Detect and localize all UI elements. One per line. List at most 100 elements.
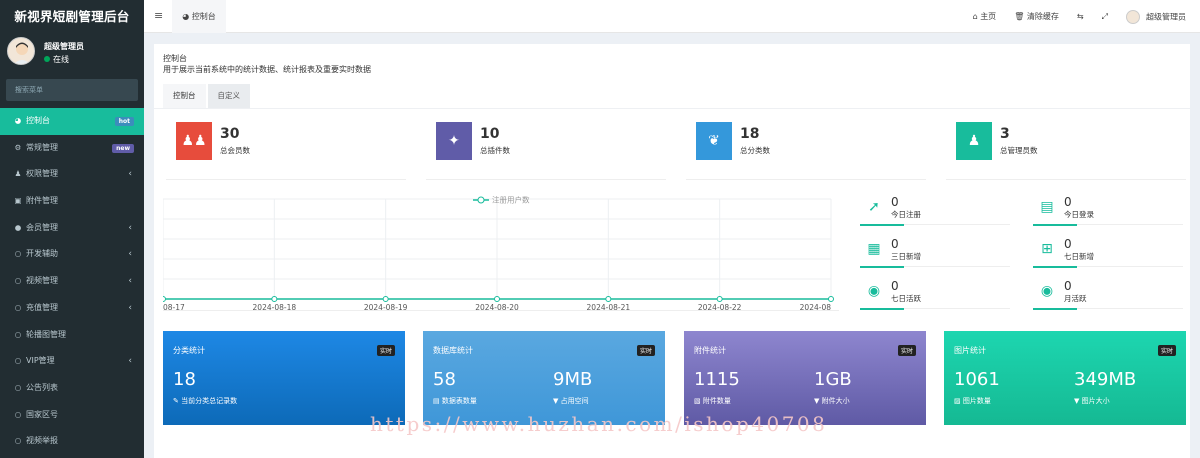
chevron-left-icon: ‹ bbox=[128, 276, 132, 287]
mini-stat: ▤ 0 今日登录 bbox=[1033, 193, 1183, 233]
card-value: 18 bbox=[173, 369, 196, 390]
stat-label: 总管理员数 bbox=[1000, 146, 1038, 155]
fullscreen-icon[interactable]: ⤢ bbox=[1102, 12, 1108, 22]
card-label-text: 图片数量 bbox=[962, 397, 991, 405]
sidebar-item[interactable]: ○ 开发辅助 ‹ bbox=[0, 241, 144, 268]
sidebar-item[interactable]: ○ VIP管理 ‹ bbox=[0, 348, 144, 375]
tab-label: 控制台 bbox=[191, 12, 216, 21]
card-tag: 实时 bbox=[376, 345, 395, 356]
sidebar-item[interactable]: ◕ 控制台 hot bbox=[0, 108, 144, 135]
tab-console[interactable]: 控制台 bbox=[163, 84, 206, 108]
user-menu[interactable]: 超级管理员 bbox=[1126, 9, 1186, 24]
group-icon: ♟ bbox=[14, 169, 22, 179]
stat-value: 18 bbox=[740, 126, 760, 142]
chevron-left-icon: ‹ bbox=[128, 356, 132, 367]
mini-stat: ▦ 0 三日新增 bbox=[860, 235, 1010, 275]
bars-icon[interactable]: ≡ bbox=[154, 9, 163, 22]
mini-stat-label: 今日登录 bbox=[1064, 210, 1094, 219]
vcard-icon: ▤ bbox=[1040, 199, 1054, 215]
progress-bar bbox=[860, 224, 1010, 226]
app-title[interactable]: 新视界短剧管理后台 bbox=[0, 0, 144, 34]
mini-stat-label: 三日新增 bbox=[891, 252, 921, 261]
mini-stat-label: 今日注册 bbox=[891, 210, 921, 219]
sidebar-item[interactable]: ♟ 权限管理 ‹ bbox=[0, 161, 144, 188]
stat-box: ♟ 3 总管理员数 bbox=[946, 122, 1186, 180]
page-description: 用于展示当前系统中的统计数据、统计报表及重要实时数据 bbox=[163, 65, 371, 74]
sidebar-menu: ◕ 控制台 hot ⚙ 常规管理 new ♟ 权限管理 ‹ ▣ 附件管理 ● 会员管理 ‹ ○ 开发辅助 ‹ ○ 视… bbox=[0, 108, 144, 455]
dashboard-icon: ◕ bbox=[14, 116, 22, 125]
mini-stat-value: 0 bbox=[891, 279, 899, 293]
clear-cache-label: 清除缓存 bbox=[1026, 12, 1059, 21]
card-label: ▼ 占用空间 bbox=[553, 396, 589, 406]
card-label-text: 数据表数量 bbox=[441, 397, 477, 405]
mini-stat-value: 0 bbox=[1064, 195, 1072, 209]
sidebar-item[interactable]: ○ 国家区号 bbox=[0, 402, 144, 429]
sidebar-item-label: 附件管理 bbox=[26, 196, 58, 206]
sidebar-item[interactable]: ○ 公告列表 bbox=[0, 375, 144, 402]
menu-badge: hot bbox=[114, 117, 134, 126]
search-icon[interactable]: ⌕ bbox=[15, 84, 130, 94]
sidebar-item-label: 开发辅助 bbox=[26, 249, 58, 259]
clear-cache-button[interactable]: 🗑︎ 清除缓存 bbox=[1014, 11, 1059, 22]
card-label-text: 当前分类总记录数 bbox=[181, 397, 238, 405]
stat-box: ♟♟ 30 总会员数 bbox=[166, 122, 406, 180]
sidebar-item-label: 权限管理 bbox=[26, 169, 58, 179]
dashboard-icon: ◕ bbox=[182, 12, 192, 21]
navbar-right: ⌂ 主页 🗑︎ 清除缓存 ⇆ ⤢ 超级管理员 bbox=[955, 0, 1186, 33]
data-point bbox=[605, 296, 612, 302]
line-chart: 08-17 2024-08-18 2024-08-19 2024-08-20 2024-… bbox=[160, 195, 834, 312]
mini-stat-label: 七日新增 bbox=[1064, 252, 1094, 261]
circle-icon: ○ bbox=[14, 409, 22, 419]
stat-box: ✦ 10 总插件数 bbox=[426, 122, 666, 180]
card-tag: 实时 bbox=[1157, 345, 1176, 356]
home-link[interactable]: ⌂ 主页 bbox=[973, 11, 997, 22]
search-input[interactable]: 搜索菜单 ⌕ bbox=[6, 79, 138, 101]
x-tick-label: 2024-08-22 bbox=[698, 303, 742, 311]
user-icon: ♟ bbox=[956, 122, 992, 160]
card-label-icon: ▨ bbox=[954, 397, 961, 405]
sidebar-item-label: 充值管理 bbox=[26, 302, 58, 312]
tab-dashboard[interactable]: ◕ 控制台 bbox=[172, 0, 226, 33]
page-tabs: 控制台 自定义 bbox=[163, 84, 252, 108]
avatar bbox=[7, 37, 35, 65]
x-tick-label: 2024-08-18 bbox=[253, 303, 297, 311]
mini-stat-label: 月活跃 bbox=[1064, 294, 1087, 303]
sidebar-item[interactable]: ● 会员管理 ‹ bbox=[0, 215, 144, 242]
x-tick-label: 08-17 bbox=[163, 303, 185, 311]
circle-icon: ○ bbox=[14, 276, 22, 286]
stat-label: 总分类数 bbox=[740, 146, 770, 155]
card-tag: 实时 bbox=[636, 345, 655, 356]
card-label-text: 占用空间 bbox=[560, 397, 589, 405]
mini-stat: ◉ 0 七日活跃 bbox=[860, 277, 1010, 317]
progress-bar bbox=[1033, 308, 1183, 310]
leaf-icon: ❦ bbox=[696, 122, 732, 160]
user-circle-icon: ◉ bbox=[867, 283, 881, 299]
card-value: 58 bbox=[433, 369, 456, 390]
progress-bar bbox=[860, 266, 1010, 268]
card-label-icon: ▼ bbox=[814, 397, 820, 405]
sidebar-item-label: 公告列表 bbox=[26, 382, 58, 392]
sidebar-item[interactable]: ▣ 附件管理 bbox=[0, 188, 144, 215]
card-label-text: 图片大小 bbox=[1081, 397, 1110, 405]
sidebar-item[interactable]: ○ 充值管理 ‹ bbox=[0, 295, 144, 322]
card-value: 1GB bbox=[814, 369, 852, 390]
sidebar-item[interactable]: ⚙ 常规管理 new bbox=[0, 135, 144, 162]
menu-badge: new bbox=[112, 143, 134, 153]
user-circle-icon: ● bbox=[14, 222, 22, 232]
tab-custom[interactable]: 自定义 bbox=[207, 84, 250, 108]
sidebar-item[interactable]: ○ 视频管理 ‹ bbox=[0, 268, 144, 295]
sidebar-item[interactable]: ○ 视频举报 bbox=[0, 428, 144, 455]
data-point bbox=[828, 296, 834, 302]
mini-stat: ➚ 0 今日注册 bbox=[860, 193, 1010, 233]
circle-icon: ○ bbox=[14, 302, 22, 312]
mini-stat-value: 0 bbox=[891, 195, 899, 209]
registration-chart: 08-17 2024-08-18 2024-08-19 2024-08-20 2024-… bbox=[160, 193, 839, 312]
users-icon: ♟♟ bbox=[176, 122, 212, 160]
language-icon[interactable]: ⇆ bbox=[1077, 12, 1084, 21]
card-title: 附件统计 bbox=[694, 346, 726, 355]
sidebar-item[interactable]: ○ 轮播图管理 bbox=[0, 322, 144, 349]
user-status-text: 在线 bbox=[53, 55, 69, 64]
card-title: 分类统计 bbox=[173, 346, 205, 355]
page-title: 控制台 bbox=[163, 54, 187, 63]
user-menu-name: 超级管理员 bbox=[1146, 12, 1186, 21]
